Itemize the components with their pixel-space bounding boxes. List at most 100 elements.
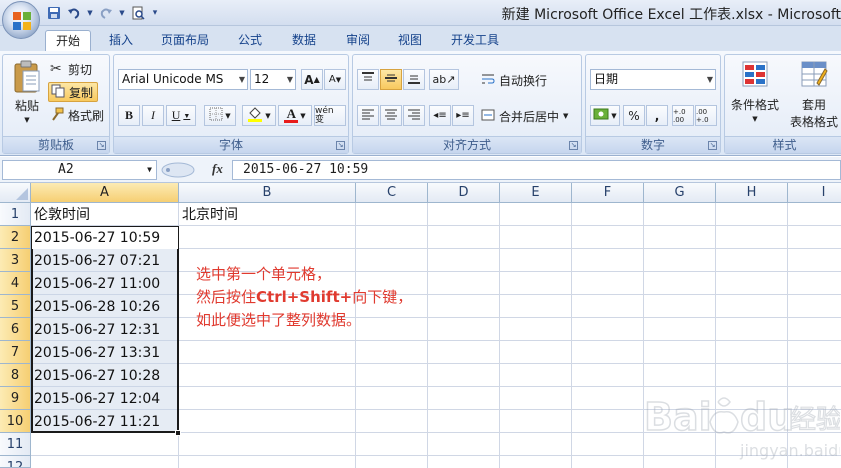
cell-a7[interactable]: 2015-06-27 13:31 bbox=[32, 342, 160, 364]
clipboard-group-label: 剪贴板 bbox=[3, 136, 109, 153]
align-center-button[interactable] bbox=[380, 105, 402, 126]
redo-icon[interactable] bbox=[98, 5, 114, 21]
row-header-6[interactable]: 6 bbox=[0, 318, 31, 341]
cell-a1[interactable]: 伦敦时间 bbox=[32, 204, 90, 226]
row-header-11[interactable]: 11 bbox=[0, 433, 31, 456]
cell-a5[interactable]: 2015-06-28 10:26 bbox=[32, 296, 160, 318]
tab-insert[interactable]: 插入 bbox=[100, 30, 142, 51]
cell-b1[interactable]: 北京时间 bbox=[180, 204, 238, 226]
tab-review[interactable]: 审阅 bbox=[336, 30, 380, 51]
row-header-2[interactable]: 2 bbox=[0, 226, 31, 249]
tab-developer[interactable]: 开发工具 bbox=[442, 30, 508, 51]
redo-dropdown-icon[interactable]: ▼ bbox=[118, 5, 126, 21]
fill-color-button[interactable]: ▼ bbox=[242, 105, 276, 126]
underline-button[interactable]: U ▼ bbox=[166, 105, 196, 126]
cell-a9[interactable]: 2015-06-27 12:04 bbox=[32, 388, 160, 410]
column-header-b[interactable]: B bbox=[179, 183, 356, 203]
wrap-text-button[interactable]: 自动换行 bbox=[481, 70, 547, 90]
tab-page-layout[interactable]: 页面布局 bbox=[152, 30, 218, 51]
font-name-select[interactable]: Arial Unicode MS ▼ bbox=[118, 69, 248, 90]
paste-dropdown-icon[interactable]: ▼ bbox=[24, 116, 29, 124]
fill-handle[interactable] bbox=[175, 430, 181, 436]
borders-button[interactable]: ▼ bbox=[204, 105, 236, 126]
tab-data[interactable]: 数据 bbox=[282, 30, 326, 51]
tab-view[interactable]: 视图 bbox=[388, 30, 432, 51]
cell-a2[interactable]: 2015-06-27 10:59 bbox=[32, 227, 160, 249]
paste-button[interactable]: 粘贴 ▼ bbox=[7, 59, 47, 133]
copy-button[interactable]: 复制 bbox=[48, 82, 99, 102]
row-header-12[interactable]: 12 bbox=[0, 456, 31, 468]
conditional-formatting-button[interactable]: 条件格式 ▼ bbox=[727, 59, 783, 133]
align-top-button[interactable] bbox=[357, 69, 379, 90]
merge-center-button[interactable]: 合并后居中 ▼ bbox=[481, 106, 568, 126]
shrink-font-button[interactable]: A ▼ bbox=[324, 69, 346, 90]
cut-button[interactable]: ✂ 剪切 bbox=[50, 60, 92, 78]
column-header-f[interactable]: F bbox=[572, 183, 644, 203]
format-as-table-button[interactable]: 套用 表格格式 bbox=[783, 59, 841, 133]
formula-input[interactable]: 2015-06-27 10:59 bbox=[232, 160, 841, 180]
insert-function-button[interactable]: fx bbox=[212, 161, 223, 177]
format-painter-label: 格式刷 bbox=[68, 108, 105, 123]
save-icon[interactable] bbox=[46, 5, 62, 21]
row-header-10[interactable]: 10 bbox=[0, 410, 31, 433]
format-painter-button[interactable]: 格式刷 bbox=[50, 106, 104, 124]
copy-label: 复制 bbox=[69, 85, 94, 100]
cell-a3[interactable]: 2015-06-27 07:21 bbox=[32, 250, 160, 272]
clipboard-launcher-icon[interactable]: ↘ bbox=[97, 141, 106, 150]
decrease-indent-button[interactable]: ◂≡ bbox=[429, 105, 451, 126]
bold-button[interactable]: B bbox=[118, 105, 140, 126]
cell-a10[interactable]: 2015-06-27 11:21 bbox=[32, 411, 160, 433]
accounting-format-button[interactable]: ▼ bbox=[590, 105, 620, 126]
column-header-d[interactable]: D bbox=[428, 183, 500, 203]
annotation-shortcut: Ctrl+Shift+ bbox=[256, 288, 353, 306]
font-size-select[interactable]: 12 ▼ bbox=[250, 69, 296, 90]
font-launcher-icon[interactable]: ↘ bbox=[336, 141, 345, 150]
undo-icon[interactable] bbox=[66, 5, 82, 21]
comma-button[interactable]: , bbox=[646, 105, 668, 126]
column-header-c[interactable]: C bbox=[356, 183, 428, 203]
number-format-select[interactable]: 日期 ▼ bbox=[590, 69, 716, 90]
align-left-button[interactable] bbox=[357, 105, 379, 126]
row-header-9[interactable]: 9 bbox=[0, 387, 31, 410]
undo-dropdown-icon[interactable]: ▼ bbox=[86, 5, 94, 21]
grow-arrow-icon: ▲ bbox=[313, 75, 320, 84]
number-launcher-icon[interactable]: ↘ bbox=[708, 141, 717, 150]
cell-a8[interactable]: 2015-06-27 10:28 bbox=[32, 365, 160, 387]
row-header-7[interactable]: 7 bbox=[0, 341, 31, 364]
increase-indent-button[interactable]: ▸≡ bbox=[452, 105, 474, 126]
row-header-5[interactable]: 5 bbox=[0, 295, 31, 318]
column-header-i[interactable]: I bbox=[788, 183, 841, 203]
tab-home[interactable]: 开始 bbox=[45, 30, 91, 51]
orientation-button[interactable]: ab↗ bbox=[429, 69, 459, 90]
cell-a4[interactable]: 2015-06-27 11:00 bbox=[32, 273, 160, 295]
row-header-4[interactable]: 4 bbox=[0, 272, 31, 295]
row-header-3[interactable]: 3 bbox=[0, 249, 31, 272]
annotation-line-1: 选中第一个单元格， bbox=[196, 265, 332, 283]
align-middle-button[interactable] bbox=[380, 69, 402, 90]
grow-font-button[interactable]: A ▲ bbox=[301, 69, 323, 90]
chevron-down-icon: ▼ bbox=[265, 111, 271, 120]
column-header-e[interactable]: E bbox=[500, 183, 572, 203]
italic-button[interactable]: I bbox=[142, 105, 164, 126]
align-bottom-button[interactable] bbox=[403, 69, 425, 90]
ribbon: 粘贴 ▼ ✂ 剪切 复制 格式刷 剪贴板 ↘ Arial Unicode MS … bbox=[0, 51, 841, 156]
print-preview-icon[interactable] bbox=[130, 5, 146, 21]
phonetic-button[interactable]: wén 变 bbox=[314, 105, 346, 126]
column-header-g[interactable]: G bbox=[644, 183, 716, 203]
row-header-1[interactable]: 1 bbox=[0, 203, 31, 226]
alignment-launcher-icon[interactable]: ↘ bbox=[569, 141, 578, 150]
percent-button[interactable]: % bbox=[623, 105, 645, 126]
cell-a6[interactable]: 2015-06-27 12:31 bbox=[32, 319, 160, 341]
row-header-8[interactable]: 8 bbox=[0, 364, 31, 387]
decrease-decimal-button[interactable]: .00 +.0 bbox=[695, 105, 717, 126]
increase-decimal-button[interactable]: +.0 .00 bbox=[672, 105, 694, 126]
align-right-button[interactable] bbox=[403, 105, 425, 126]
select-all-corner[interactable] bbox=[0, 183, 31, 203]
column-header-a[interactable]: A bbox=[31, 183, 179, 203]
office-button[interactable] bbox=[2, 1, 40, 39]
font-color-button[interactable]: A ▼ bbox=[278, 105, 312, 126]
customize-toolbar-icon[interactable]: ▾ bbox=[150, 5, 160, 21]
column-header-h[interactable]: H bbox=[716, 183, 788, 203]
tab-formulas[interactable]: 公式 bbox=[228, 30, 272, 51]
name-box[interactable]: A2 ▼ bbox=[2, 160, 157, 180]
